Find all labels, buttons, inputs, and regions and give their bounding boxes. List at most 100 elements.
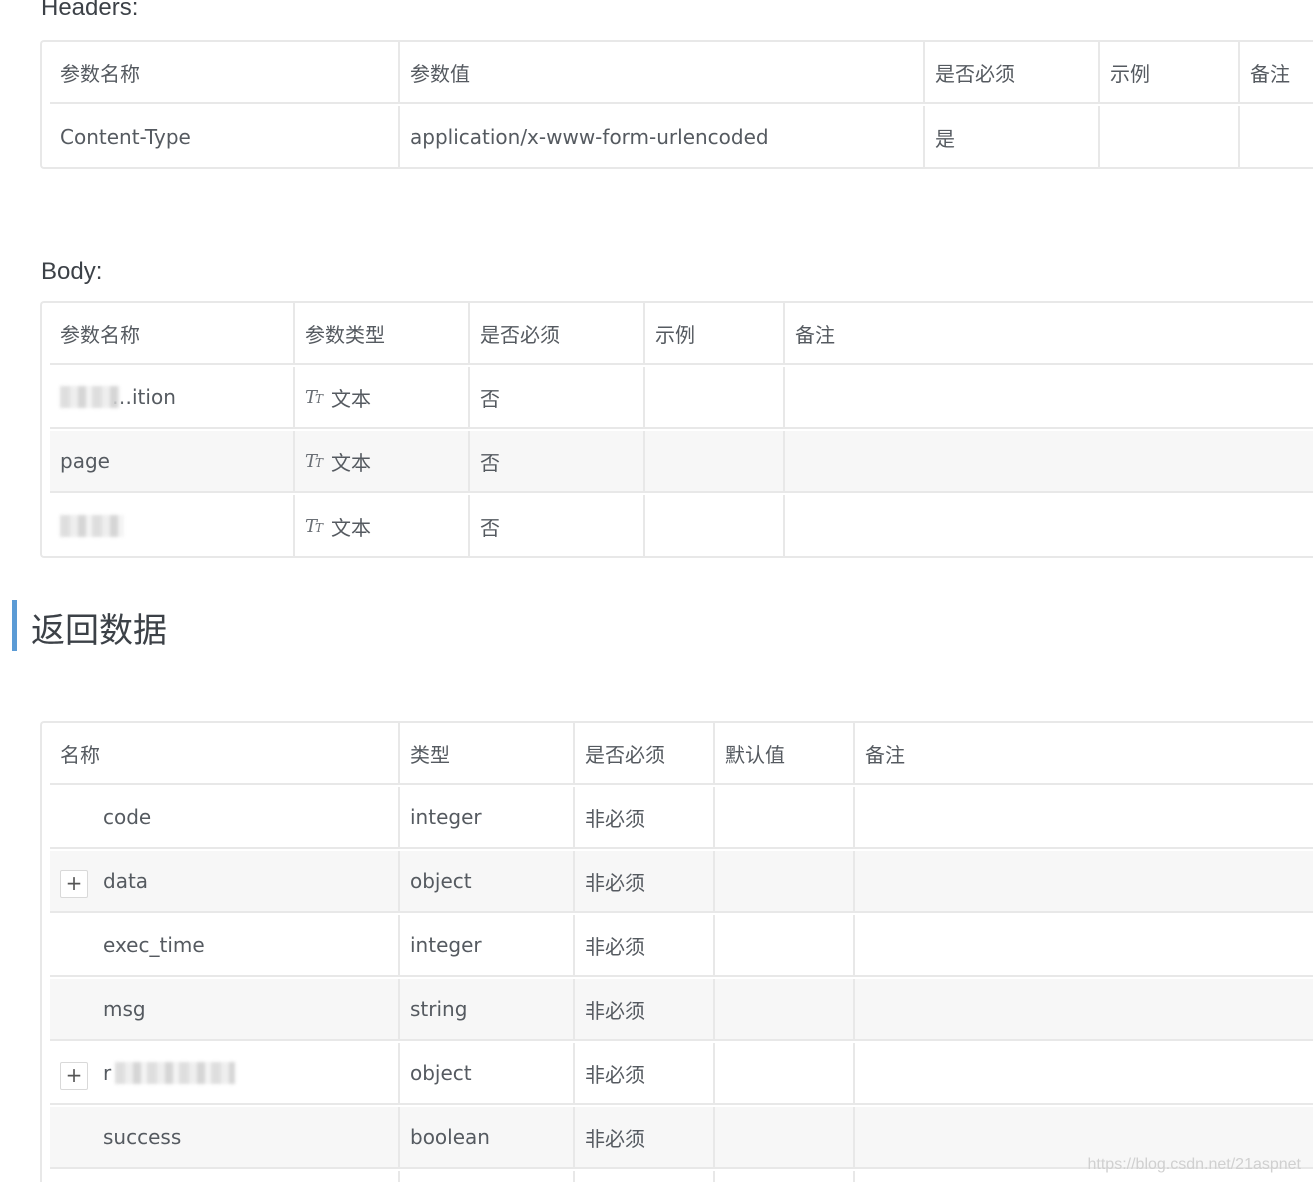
column-header-param-name: 参数名称 [50,303,295,363]
column-header-required: 是否必须 [575,723,715,783]
section-accent-bar [12,600,17,651]
column-header-default: 默认值 [715,723,855,783]
table-header-row: 参数名称 参数值 是否必须 示例 备注 [50,42,1313,104]
example-cell [645,431,785,491]
required-cell: 非必须 [575,1107,715,1167]
note-cell [785,495,1313,557]
text-type-icon: TT [305,450,323,472]
text-type-icon: TT [305,515,323,537]
field-type-cell [400,1171,575,1182]
table-row: exec_time integer 非必须 [50,915,1313,977]
field-name-cell: + r [50,1043,400,1103]
field-type-cell: integer [400,915,575,975]
table-header-row: 名称 类型 是否必须 默认值 备注 [50,723,1313,785]
required-cell: 非必须 [575,1043,715,1103]
param-type-cell: TT 文本 [295,431,470,491]
example-cell [1100,106,1240,168]
column-header-required: 是否必须 [470,303,645,363]
note-cell [855,851,1313,911]
param-type-cell: TT 文本 [295,367,470,427]
column-header-example: 示例 [645,303,785,363]
default-cell [715,979,855,1039]
redacted-text [115,1062,236,1084]
field-name-cell: success [50,1107,400,1167]
param-value-cell: application/x-www-form-urlencoded [400,106,925,168]
watermark: https://blog.csdn.net/21aspnet [1087,1156,1301,1173]
text-type-icon: TT [305,386,323,408]
table-row: TT 文本 否 [50,495,1313,557]
column-header-name: 名称 [50,723,400,783]
table-row: Content-Type application/x-www-form-urle… [50,106,1313,168]
param-type-label: 文本 [331,450,372,475]
note-cell [855,915,1313,975]
expand-row-button[interactable]: + [60,870,88,898]
table-row: page TT 文本 否 [50,431,1313,493]
field-type-cell: object [400,1043,575,1103]
table-row: …ition TT 文本 否 [50,367,1313,429]
redacted-text [60,515,124,537]
field-type-cell: integer [400,787,575,847]
default-cell [715,1043,855,1103]
required-cell: 非必须 [575,915,715,975]
param-type-label: 文本 [331,515,372,540]
required-cell: 否 [470,367,645,427]
column-header-param-type: 参数类型 [295,303,470,363]
field-name-cell: code [50,787,400,847]
param-name-cell: page [50,431,295,491]
column-header-note: 备注 [1250,61,1290,86]
table-row: msg string 非必须 [50,979,1313,1041]
param-name-cell: Content-Type [50,106,400,168]
body-section-label: Body: [41,258,103,285]
headers-table: 参数名称 参数值 是否必须 示例 备注 Content-Type applica… [40,40,1313,169]
field-type-cell: object [400,851,575,911]
column-header-note: 备注 [795,322,835,347]
field-name-label: data [103,869,149,893]
note-cell [1240,106,1313,168]
field-name-cell [50,1171,400,1182]
field-type-cell: boolean [400,1107,575,1167]
column-header-note: 备注 [865,742,905,767]
field-type-cell: string [400,979,575,1039]
param-name-suffix: …ition [112,385,176,409]
param-name-cell: …ition [50,367,295,427]
body-table: 参数名称 参数类型 是否必须 示例 备注 …ition TT 文本 否 page … [40,301,1313,558]
default-cell [715,851,855,911]
param-type-cell: TT 文本 [295,495,470,557]
param-type-label: 文本 [331,386,372,411]
required-cell: 非必须 [575,979,715,1039]
note-cell [785,367,1313,427]
field-name-cell: exec_time [50,915,400,975]
required-cell: 是 [925,106,1100,168]
note-cell [855,979,1313,1039]
required-cell: 否 [470,431,645,491]
required-cell: 否 [470,495,645,557]
example-cell [645,495,785,557]
expand-row-button[interactable]: + [60,1062,88,1090]
param-name-cell [50,495,295,557]
field-name-cell: + data [50,851,400,911]
return-data-table: 名称 类型 是否必须 默认值 备注 code integer 非必须 + dat… [40,721,1313,1182]
required-cell: 非必须 [575,851,715,911]
note-cell [785,431,1313,491]
default-cell [715,1107,855,1167]
column-header-example: 示例 [1100,42,1240,102]
column-header-required: 是否必须 [925,42,1100,102]
headers-section-label: Headers: [41,0,139,21]
required-cell: 非必须 [575,787,715,847]
column-header-param-value: 参数值 [400,42,925,102]
table-row: + data object 非必须 [50,851,1313,913]
example-cell [645,367,785,427]
table-row: + r object 非必须 [50,1043,1313,1105]
field-name-label: r [103,1061,112,1085]
default-cell [715,915,855,975]
column-header-param-name: 参数名称 [50,42,400,102]
redacted-text [60,386,120,408]
required-cell [575,1171,715,1182]
note-cell [855,1043,1313,1103]
field-name-cell: msg [50,979,400,1039]
column-header-type: 类型 [400,723,575,783]
default-cell [715,1171,855,1182]
return-data-title: 返回数据 [31,612,167,650]
note-cell [855,787,1313,847]
table-header-row: 参数名称 参数类型 是否必须 示例 备注 [50,303,1313,365]
